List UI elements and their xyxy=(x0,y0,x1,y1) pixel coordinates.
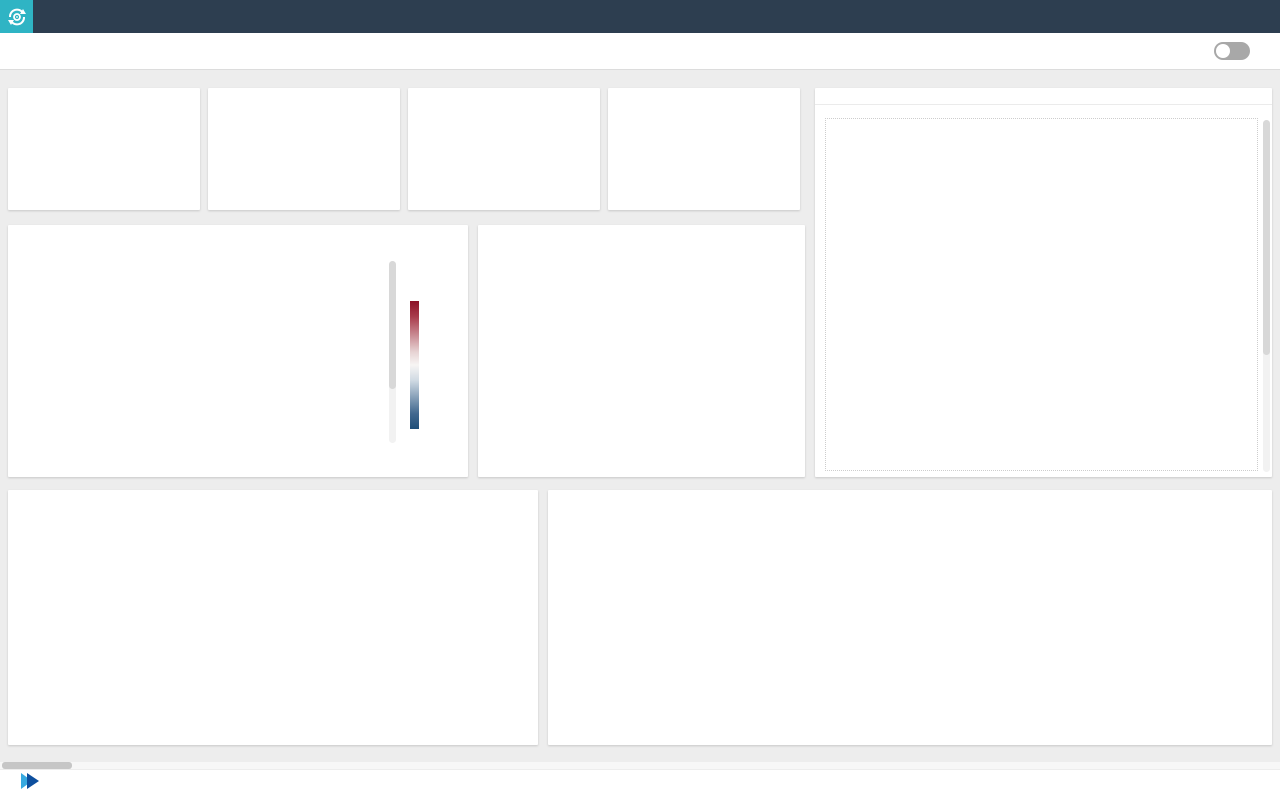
kpi-label xyxy=(208,88,400,101)
panel-title xyxy=(8,225,468,238)
top-navigation-bar xyxy=(0,0,1280,33)
panel-scrollbar-thumb[interactable] xyxy=(1263,120,1270,355)
imr-chart-panel xyxy=(548,490,1272,745)
panel-title xyxy=(548,490,1272,503)
kpi-label xyxy=(8,88,200,101)
horizontal-scrollbar-thumb[interactable] xyxy=(2,762,72,769)
minitab-chevron-icon xyxy=(19,772,43,790)
correlogram-panel xyxy=(8,225,468,477)
analysis-sixpack-panel xyxy=(815,88,1272,477)
bar-chart-panel xyxy=(478,225,805,477)
kpi-value xyxy=(208,101,400,210)
sync-gear-icon xyxy=(6,6,28,28)
minitab-connect-app xyxy=(0,0,1280,802)
kpi-value xyxy=(408,101,600,210)
horizontal-scrollbar-track xyxy=(0,762,1280,769)
kpi-value xyxy=(608,101,800,210)
toggle-knob xyxy=(1216,44,1230,58)
kpi-card-mean-cholesterol xyxy=(408,88,600,210)
minitab-footer-logo xyxy=(14,772,44,790)
page-header xyxy=(0,33,1280,70)
analysis-statistics-panel xyxy=(8,490,538,745)
minitab-connect-logo-icon[interactable] xyxy=(0,0,33,33)
panel-title xyxy=(8,490,538,503)
kpi-card-mean-rest-bp xyxy=(208,88,400,210)
panel-title xyxy=(478,225,805,238)
kpi-label xyxy=(408,88,600,101)
heatmap-scrollbar-thumb[interactable] xyxy=(389,261,396,389)
kpi-label xyxy=(608,88,800,101)
process-capability-sixpack-report xyxy=(825,118,1258,471)
kpi-card-mean-max-hr xyxy=(608,88,800,210)
colorbar-gradient xyxy=(410,301,419,429)
panel-title xyxy=(815,88,1272,105)
kpi-card-mean-age xyxy=(8,88,200,210)
auto-update-toggle[interactable] xyxy=(1214,42,1250,60)
kpi-value xyxy=(8,101,200,210)
